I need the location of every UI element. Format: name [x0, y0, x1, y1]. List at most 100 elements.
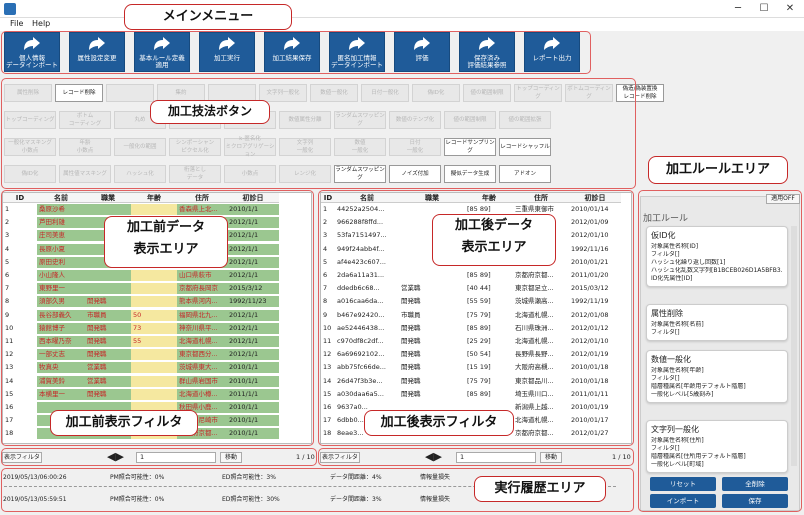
rule-button-2[interactable]: インポート: [650, 494, 716, 508]
tech-button-r4-4[interactable]: 小数点: [224, 165, 276, 183]
tech-button-r4-6[interactable]: ランダムスワッピング: [334, 165, 386, 183]
tech-button-r4-3[interactable]: 桁落とし データ: [169, 165, 221, 183]
tech-button-r1-2[interactable]: [106, 84, 154, 102]
table-row[interactable]: 9 長谷部義久 市職員 50 福岡県北九... 2012/1/1: [3, 309, 311, 321]
table-row[interactable]: 13 abb75fc66de... 開発職 [15 19] 大阪府高槻... 2010/0…: [321, 362, 631, 373]
tech-button-r3-1[interactable]: 年齢 小数点: [59, 138, 111, 156]
tech-button-r1-7[interactable]: 日付一般化: [361, 84, 409, 102]
post_table-header-4[interactable]: 住所: [513, 193, 569, 203]
toolbar-evaluate-button[interactable]: 評価: [394, 32, 450, 72]
tech-button-r4-2[interactable]: ハッシュ化: [114, 165, 166, 183]
toolbar-anon-import-button[interactable]: 匿名加工情報 データインポート: [329, 32, 385, 72]
rule-card-0[interactable]: 仮ID化 対象属性名称[ID] フィルタ[] ハッシュ化繰り返し回数[1] ハッシュ化乱…: [646, 226, 788, 287]
tech-button-r1-6[interactable]: 数値一般化: [310, 84, 358, 102]
pre_table-header-4[interactable]: 住所: [177, 193, 227, 203]
pre_table-header-5[interactable]: 初診日: [227, 193, 279, 203]
tech-button-r3-9[interactable]: レコードシャッフル: [499, 138, 551, 156]
post_table-header-3[interactable]: 年齢: [465, 193, 513, 203]
rule-button-0[interactable]: リセット: [650, 477, 716, 491]
tech-button-r2-0[interactable]: トップコーディング: [4, 111, 56, 129]
tech-button-r3-8[interactable]: レコードサンプリング: [444, 138, 496, 156]
tech-button-r4-1[interactable]: 属性値マスキング: [59, 165, 111, 183]
table-row[interactable]: 7 ddedb6c68... 営業職 [40 44] 東京都足立... 2015/03/1…: [321, 283, 631, 294]
toolbar-process-run-button[interactable]: 加工実行: [199, 32, 255, 72]
tech-button-r3-2[interactable]: 一般化の範囲: [114, 138, 166, 156]
tech-button-r4-7[interactable]: ノイズ付加: [389, 165, 441, 183]
table-row[interactable]: 15 a030daa6a5... 開発職 [85 89] 埼玉県川口... 2011/01…: [321, 389, 631, 400]
tech-button-r1-12[interactable]: 偽造/偽装置換 レコード削除: [616, 84, 664, 102]
rule-button-1[interactable]: 全削除: [722, 477, 788, 491]
tech-button-r1-1[interactable]: レコード削除: [55, 84, 103, 102]
table-row[interactable]: 8 須部久男 開発職 熊本県河内... 1992/11/23: [3, 296, 311, 308]
table-row[interactable]: 11 西本曜乃奈 開発職 55 北海道札幌... 2012/1/1: [3, 336, 311, 347]
table-row[interactable]: 7 東野里一 京都府長岡京 2015/3/12: [3, 283, 311, 295]
rule-card-1[interactable]: 属性削除 対象属性名称[名前] フィルタ[]: [646, 304, 788, 341]
table-row[interactable]: 10 ae52446438... 開発職 [85 89] 石川県珠洲... 2012/01…: [321, 323, 631, 334]
post_table-header-0[interactable]: ID: [321, 193, 335, 203]
table-row[interactable]: 9 b467e92420... 市職員 [75 79] 北海道札幌... 2012/01/…: [321, 310, 631, 321]
post_table-header-1[interactable]: 名前: [335, 193, 399, 203]
table-row[interactable]: 10 猿館博子 開発職 73 神奈川県平... 2012/1/1: [3, 322, 311, 334]
table-row[interactable]: 14 浦賀美鈴 営業職 群山県岩国市 2010/1/1: [3, 375, 311, 387]
post-arrows-icon[interactable]: ◀▶: [425, 451, 442, 463]
tech-button-r1-11[interactable]: ボトムコーディング: [565, 84, 613, 102]
toolbar-attr-change-button[interactable]: 属性設定変更: [69, 32, 125, 72]
minimize-icon[interactable]: ─: [730, 2, 746, 16]
pre_table-header-0[interactable]: ID: [3, 193, 37, 203]
tech-button-r1-8[interactable]: 偽ID化: [412, 84, 460, 102]
table-row[interactable]: 6 2da6a11a31... [85 89] 京都府京都... 2011/01/20: [321, 270, 631, 281]
pre-page-input[interactable]: 1: [136, 452, 216, 463]
toolbar-process-save-button[interactable]: 加工結果保存: [264, 32, 320, 72]
tech-button-r3-6[interactable]: 数値 一般化: [334, 138, 386, 156]
table-row[interactable]: 11 c970df8c2df... 開発職 [25 29] 北海道札幌... 2012/0…: [321, 336, 631, 347]
maximize-icon[interactable]: ☐: [756, 2, 772, 16]
table-row[interactable]: 12 6a69692102... 開発職 [50 54] 長野県長野... 2012/01…: [321, 349, 631, 360]
pre_table-header-3[interactable]: 年齢: [131, 193, 177, 203]
pre-move-button[interactable]: 移動: [220, 452, 242, 463]
post_table-header-5[interactable]: 初診日: [569, 193, 621, 203]
toolbar-save-eval-button[interactable]: 保存済み 評価結果参照: [459, 32, 515, 72]
post-move-button[interactable]: 移動: [540, 452, 562, 463]
tech-button-r1-5[interactable]: 文字列一般化: [259, 84, 307, 102]
tech-button-r3-5[interactable]: 文字列 一般化: [279, 138, 331, 156]
tech-button-r2-1[interactable]: ボトム コーディング: [59, 111, 111, 129]
toolbar-basic-rule-button[interactable]: 基本ルール定義 適用: [134, 32, 190, 72]
tech-button-r2-5[interactable]: 数値属性分離: [279, 111, 331, 129]
toolbar-personal-import-button[interactable]: 個人情報 データインポート: [4, 32, 60, 72]
table-row[interactable]: 6 小山隆人 山口県萩市 2012/1/1: [3, 270, 311, 281]
pre_table-header-2[interactable]: 職業: [85, 193, 131, 203]
tech-button-r3-3[interactable]: シンポーシャン ピクセル化: [169, 138, 221, 156]
post_table-header-2[interactable]: 職業: [399, 193, 465, 203]
table-row[interactable]: 15 本横里一 開発職 北海道小樽... 2011/1/1: [3, 388, 311, 400]
rule-card-2[interactable]: 数値一般化 対象属性名称[年齢] フィルタ[] 階層種属名[年齢用デフォルト階層] 一般…: [646, 350, 788, 403]
tech-button-r1-9[interactable]: 値の範囲制限: [463, 84, 511, 102]
tech-button-r2-7[interactable]: 数値のテンプ化: [389, 111, 441, 129]
pre-arrows-icon[interactable]: ◀▶: [107, 451, 124, 463]
pre-filter-button[interactable]: 表示フィルタ: [2, 452, 42, 463]
tech-button-r2-8[interactable]: 値の範囲制限: [444, 111, 496, 129]
tech-button-r3-4[interactable]: k-匿名化 ミクロアグリゲーション: [224, 136, 276, 158]
close-icon[interactable]: ✕: [782, 2, 798, 16]
tech-button-r2-9[interactable]: 値の範囲拡張: [499, 111, 551, 129]
table-row[interactable]: 1 桑原沙希 香森県上北... 2010/1/1: [3, 204, 311, 215]
tech-button-r4-0[interactable]: 偽ID化: [4, 165, 56, 183]
tech-button-r1-10[interactable]: トップコーディング: [514, 84, 562, 102]
tech-button-r1-0[interactable]: 属性削除: [4, 84, 52, 102]
rule-scrollbar[interactable]: [791, 226, 797, 466]
menu-help[interactable]: Help: [32, 19, 50, 28]
tech-button-r3-0[interactable]: 一般化マスキング 小数点: [4, 138, 56, 156]
tech-button-r2-6[interactable]: ランダムスワッピング: [334, 111, 386, 129]
post-page-input[interactable]: 1: [456, 452, 536, 463]
table-row[interactable]: 14 26d47f3b3e... 開発職 [75 79] 東京都品川... 2010/01…: [321, 376, 631, 387]
table-row[interactable]: 13 牧真央 営業職 茨城県東大... 2010/1/1: [3, 362, 311, 374]
post-filter-button[interactable]: 表示フィルタ: [320, 452, 360, 463]
rule-button-3[interactable]: 保存: [722, 494, 788, 508]
tech-button-r4-9[interactable]: アドオン: [499, 165, 551, 183]
rule-toggle-button[interactable]: 適用OFF: [766, 194, 800, 204]
table-row[interactable]: 8 a016caa6da... 開発職 [55 59] 茨城県瀬高... 1992/11/…: [321, 296, 631, 307]
menu-file[interactable]: File: [10, 19, 23, 28]
table-row[interactable]: 12 一部丈志 開発職 東京都西分... 2012/1/1: [3, 349, 311, 361]
rule-card-3[interactable]: 文字列一般化 対象属性名称[住所] フィルタ[] 階層種属名[住所用デフォルト階層] 一…: [646, 420, 788, 473]
tech-button-r4-8[interactable]: 擬似データ生成: [444, 165, 496, 183]
pre_table-header-1[interactable]: 名前: [37, 193, 85, 203]
